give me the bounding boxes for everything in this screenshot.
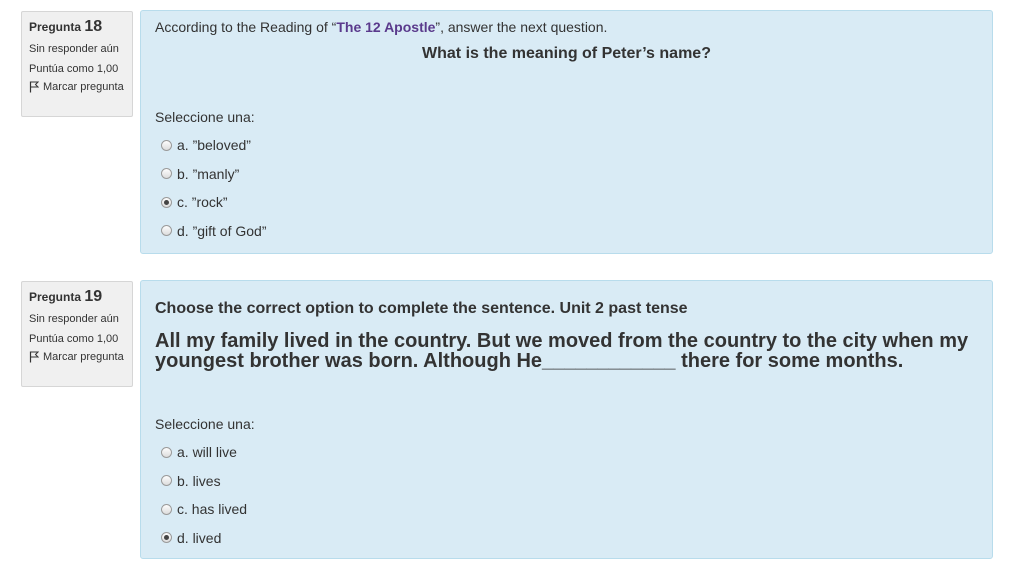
question-grade: Puntúa como 1,00	[29, 333, 119, 345]
answer-option-d[interactable]: d. lived	[155, 524, 978, 553]
answer-prompt: Seleccione una:	[155, 416, 255, 432]
question-info-18: Pregunta 18 Sin responder aún Puntúa com…	[21, 11, 133, 117]
answer-option-d[interactable]: d. ”gift of God”	[155, 217, 978, 246]
radio-button[interactable]	[161, 139, 172, 151]
question-state: Sin responder aún	[29, 313, 119, 325]
question-info-19: Pregunta 19 Sin responder aún Puntúa com…	[21, 281, 133, 387]
question-heading: Choose the correct option to complete th…	[155, 300, 688, 317]
answer-option-c[interactable]: c. ”rock”	[155, 188, 978, 217]
question-content-18: According to the Reading of “The 12 Apos…	[140, 10, 993, 254]
answer-option-a[interactable]: a. ”beloved”	[155, 131, 978, 160]
question-intro: According to the Reading of “The 12 Apos…	[155, 19, 608, 35]
question-text: All my family lived in the country. But …	[155, 330, 969, 372]
flag-question-link[interactable]: Marcar pregunta	[29, 351, 125, 363]
question-text: What is the meaning of Peter’s name?	[422, 45, 711, 62]
question-grade: Puntúa como 1,00	[29, 63, 119, 75]
flag-question-link[interactable]: Marcar pregunta	[29, 81, 125, 93]
answer-option-b[interactable]: b. ”manly”	[155, 160, 978, 189]
answer-prompt: Seleccione una:	[155, 109, 255, 125]
answer-option-b[interactable]: b. lives	[155, 467, 978, 496]
reading-reference: The 12 Apostle	[336, 19, 436, 35]
question-state: Sin responder aún	[29, 43, 119, 55]
radio-button[interactable]	[161, 532, 172, 544]
answer-options: a. will live b. lives c. has lived d. li…	[155, 438, 978, 552]
flag-icon	[29, 81, 39, 93]
question-number: Pregunta 19	[29, 288, 103, 305]
radio-button[interactable]	[161, 475, 172, 487]
radio-button[interactable]	[161, 168, 172, 180]
answer-option-a[interactable]: a. will live	[155, 438, 978, 467]
answer-option-c[interactable]: c. has lived	[155, 495, 978, 524]
flag-question-label: Marcar pregunta	[43, 81, 124, 93]
answer-options: a. ”beloved” b. ”manly” c. ”rock” d. ”gi…	[155, 131, 978, 245]
radio-button[interactable]	[161, 225, 172, 237]
radio-button[interactable]	[161, 503, 172, 515]
flag-icon	[29, 351, 39, 363]
flag-question-label: Marcar pregunta	[43, 351, 124, 363]
radio-button[interactable]	[161, 446, 172, 458]
question-number: Pregunta 18	[29, 18, 103, 35]
question-content-19: Choose the correct option to complete th…	[140, 280, 993, 559]
radio-button[interactable]	[161, 196, 172, 208]
